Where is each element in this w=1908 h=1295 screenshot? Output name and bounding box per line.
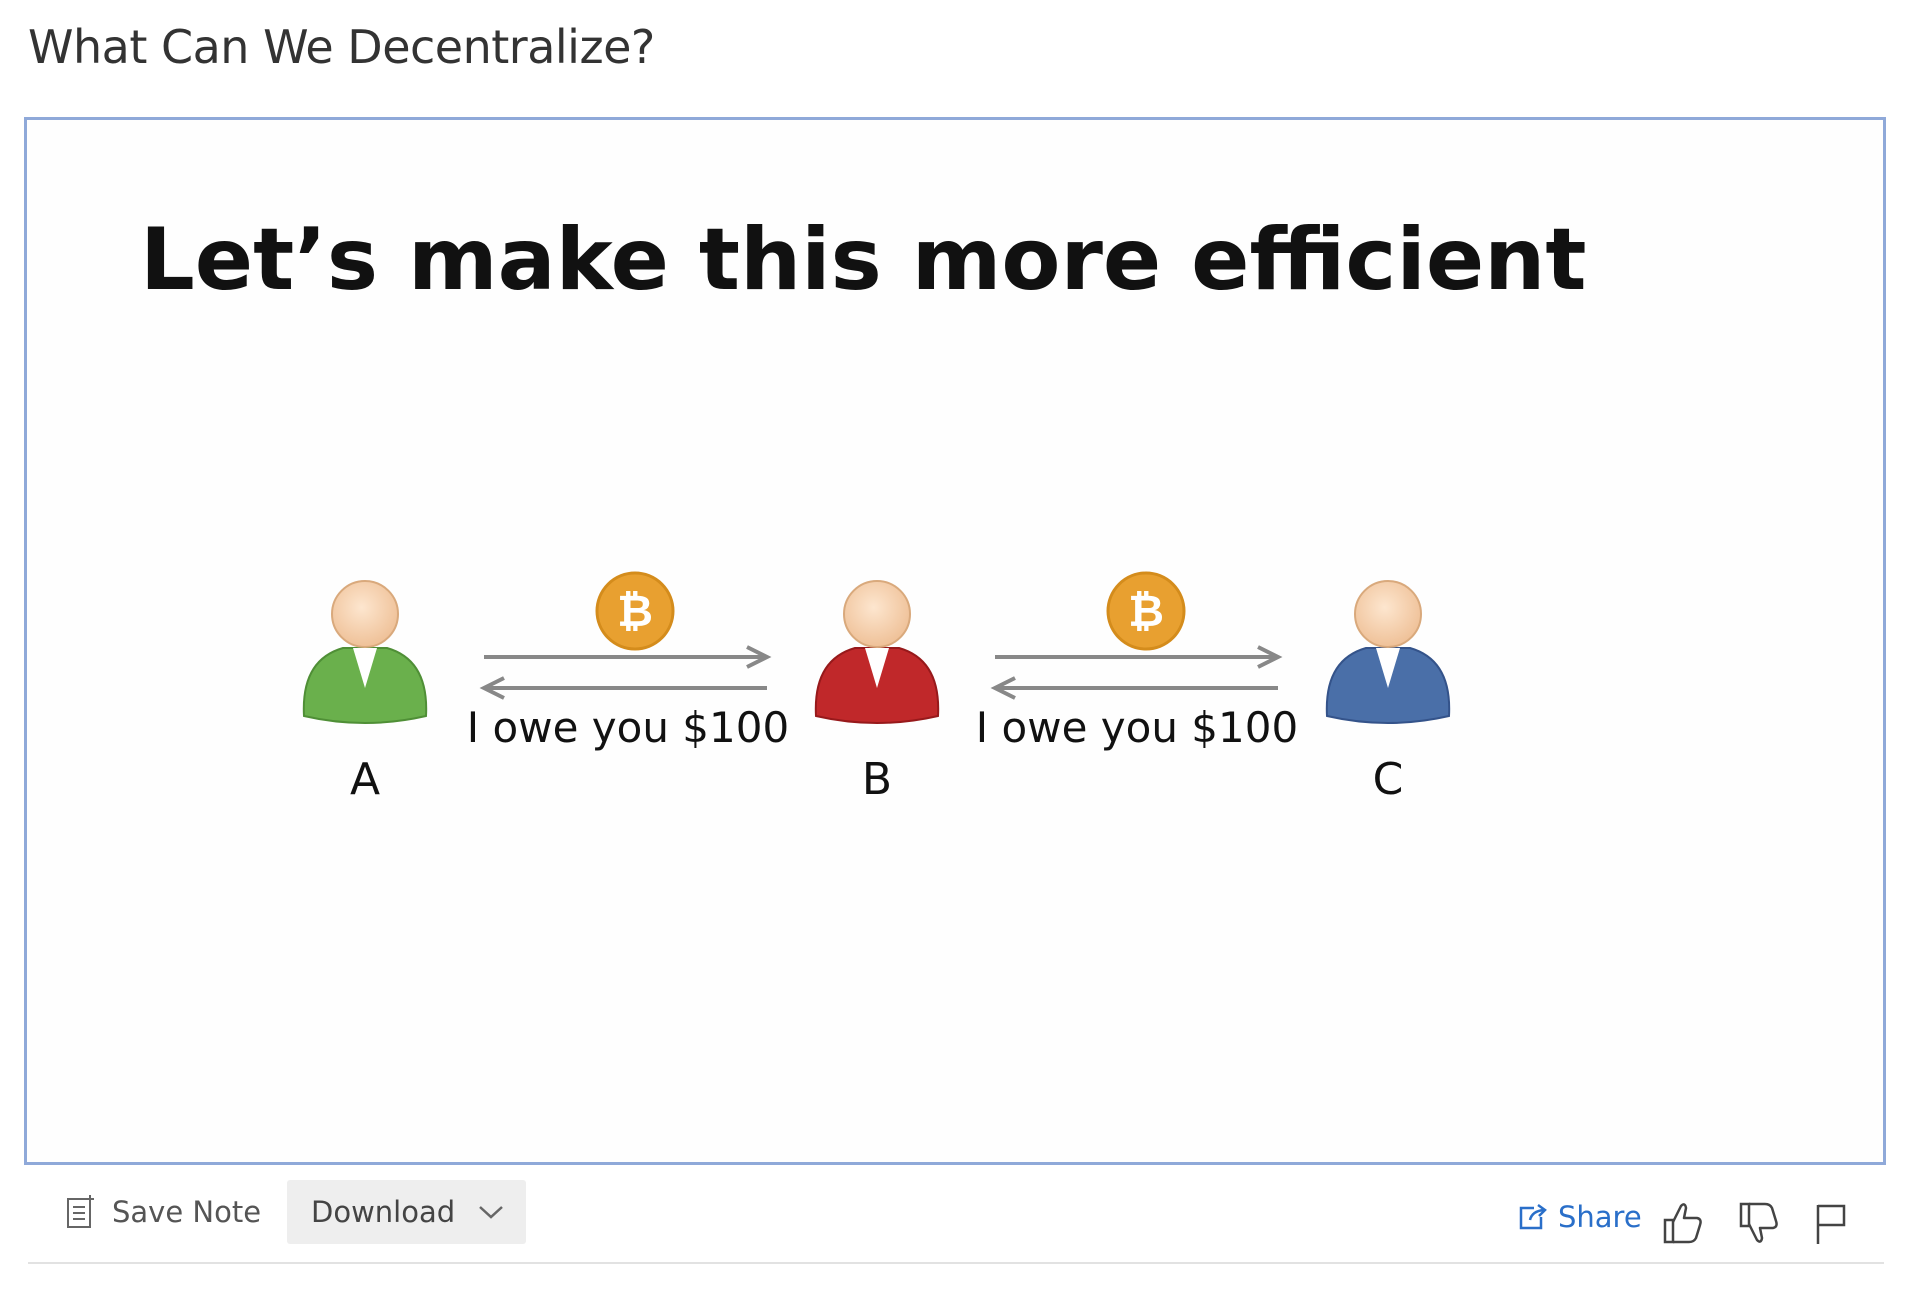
download-label: Download [311,1195,456,1229]
person-label-a: A [350,754,380,805]
arrow-left-icon [479,676,767,700]
person-b-icon [814,580,940,724]
arrow-left-icon [990,676,1278,700]
transfer-label: I owe you $100 [467,703,789,752]
share-button[interactable]: Share [1518,1200,1642,1234]
chevron-down-icon [479,1206,503,1219]
note-icon [67,1195,94,1228]
thumbs-up-icon[interactable] [1662,1200,1704,1244]
download-dropdown[interactable]: Download [287,1180,526,1244]
person-a-icon [302,580,428,724]
flag-icon[interactable] [1814,1203,1848,1245]
svg-text:₿: ₿ [1128,586,1164,637]
person-c-icon [1325,580,1451,724]
save-note-button[interactable]: Save Note [66,1195,261,1229]
save-note-label: Save Note [112,1195,262,1229]
transaction-diagram: A B C ₿ I owe you $100 ₿ I owe you $100 [302,571,1451,805]
svg-text:₿: ₿ [617,586,653,637]
share-icon [1519,1203,1547,1230]
video-player[interactable]: Let’s make this more efficient A B C ₿ I… [24,117,1886,1165]
bitcoin-icon: ₿ [595,571,675,651]
divider [28,1262,1884,1264]
transfer-label: I owe you $100 [976,703,1298,752]
arrow-right-icon [995,645,1283,669]
page-title: What Can We Decentralize? [28,20,655,74]
person-label-c: C [1373,754,1404,805]
thumbs-down-icon[interactable] [1738,1202,1780,1246]
arrow-right-icon [484,645,772,669]
person-label-b: B [862,754,892,805]
bitcoin-icon: ₿ [1106,571,1186,651]
share-label: Share [1558,1200,1642,1234]
